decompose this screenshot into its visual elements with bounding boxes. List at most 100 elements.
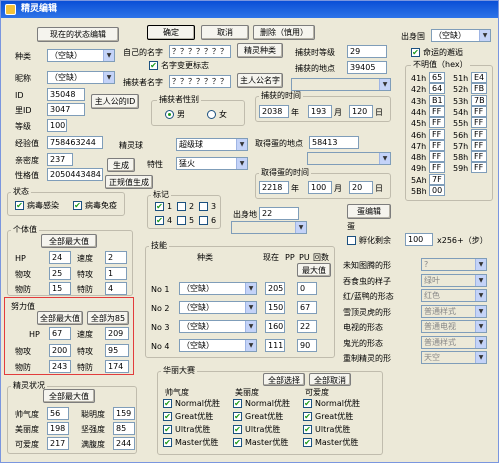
form-select[interactable]: 普通样式 ▼	[421, 304, 487, 318]
id-field[interactable]: 35048	[47, 88, 85, 101]
iv-spatk-field[interactable]: 1	[105, 267, 127, 280]
obtain-place-select[interactable]: ▼	[307, 152, 391, 165]
ev-all85-button[interactable]: 全部为85	[87, 311, 129, 325]
move-pu-field[interactable]: 22	[297, 320, 317, 333]
name-changed-checkbox[interactable]: ✔	[149, 61, 158, 70]
obtain-month-field[interactable]: 100	[308, 181, 332, 194]
mark-checkbox[interactable]: ✔	[155, 202, 164, 211]
hex-value-field[interactable]: FF	[429, 128, 445, 140]
move-now-field[interactable]: 160	[265, 320, 285, 333]
contest-checkbox[interactable]: ✔	[303, 412, 312, 421]
move-kind-select[interactable]: （空缺） ▼	[179, 282, 257, 295]
hex-value-field[interactable]: 64	[429, 83, 445, 95]
contest-all-cancel-button[interactable]: 全部取消	[309, 373, 351, 386]
trait-select[interactable]: 猛火 ▼	[176, 157, 248, 170]
move-kind-select[interactable]: （空缺） ▼	[179, 339, 257, 352]
nick-select[interactable]: （空缺） ▼	[47, 71, 115, 84]
species-select[interactable]: （空缺） ▼	[47, 49, 115, 62]
iv-atk-field[interactable]: 25	[49, 267, 71, 280]
moves-max-button[interactable]: 最大值	[297, 263, 331, 277]
move-now-field[interactable]: 111	[265, 339, 285, 352]
hex-value-field[interactable]: FF	[429, 151, 445, 163]
condition-field[interactable]: 244	[113, 437, 135, 450]
form-select[interactable]: 普通样式 ▼	[421, 335, 487, 349]
ev-spd-field[interactable]: 209	[105, 327, 129, 340]
catch-day-field[interactable]: 120	[349, 105, 373, 118]
form-select[interactable]: 红色 ▼	[421, 289, 487, 302]
contest-checkbox[interactable]: ✔	[163, 438, 172, 447]
condition-field[interactable]: 217	[47, 437, 69, 450]
condition-field[interactable]: 85	[113, 422, 135, 435]
egg-checkbox[interactable]	[347, 236, 356, 245]
level-field[interactable]: 100	[47, 119, 67, 132]
ev-spatk-field[interactable]: 95	[105, 344, 129, 357]
form-select[interactable]: 普通电视 ▼	[421, 320, 487, 333]
exp-field[interactable]: 758463244	[47, 136, 103, 149]
hex-value-field[interactable]: FF	[471, 162, 487, 174]
area-select[interactable]: （空缺） ▼	[431, 29, 491, 42]
contest-checkbox[interactable]: ✔	[303, 425, 312, 434]
contest-checkbox[interactable]: ✔	[163, 412, 172, 421]
own-name-field[interactable]: ？？？？？？？	[169, 45, 231, 58]
hex-value-field[interactable]: FB	[471, 83, 487, 95]
master-id-button[interactable]: 主人公的ID	[91, 94, 139, 109]
generate-button[interactable]: 生成	[107, 158, 135, 172]
catch-place-field[interactable]: 39405	[347, 61, 387, 74]
ev-atk-field[interactable]: 200	[49, 344, 71, 357]
hero-name-button[interactable]: 主人公名字	[237, 73, 283, 88]
male-radio[interactable]	[165, 110, 174, 119]
mark-checkbox[interactable]	[199, 216, 208, 225]
mark-checkbox[interactable]	[177, 202, 186, 211]
ev-spdef-field[interactable]: 174	[105, 360, 129, 373]
mark-checkbox[interactable]: ✔	[155, 216, 164, 225]
ev-def-field[interactable]: 243	[49, 360, 71, 373]
birth-field[interactable]: 22	[259, 207, 299, 220]
contest-checkbox[interactable]: ✔	[163, 399, 172, 408]
mark-checkbox[interactable]	[199, 202, 208, 211]
catch-month-field[interactable]: 193	[308, 105, 332, 118]
catcher-field[interactable]: ？？？？？？？	[169, 75, 231, 88]
move-pu-field[interactable]: 67	[297, 301, 317, 314]
hex-value-field[interactable]: FF	[471, 117, 487, 129]
ball-select[interactable]: 超级球 ▼	[176, 138, 248, 151]
delete-button[interactable]: 删除（慎用）	[253, 25, 315, 40]
iv-def-field[interactable]: 15	[49, 282, 71, 295]
iv-max-button[interactable]: 全部最大值	[41, 234, 97, 248]
egg-edit-button[interactable]: 蛋编辑	[347, 204, 391, 219]
contest-checkbox[interactable]: ✔	[233, 412, 242, 421]
virus-checkbox[interactable]: ✔	[15, 201, 24, 210]
obtain-day-field[interactable]: 20	[349, 181, 373, 194]
contest-checkbox[interactable]: ✔	[233, 425, 242, 434]
contest-checkbox[interactable]: ✔	[233, 399, 242, 408]
iv-spdef-field[interactable]: 4	[105, 282, 127, 295]
hex-value-field[interactable]: FF	[429, 139, 445, 151]
move-now-field[interactable]: 205	[265, 282, 285, 295]
ev-hp-field[interactable]: 67	[49, 327, 71, 340]
mark-checkbox[interactable]	[177, 216, 186, 225]
hex-value-field[interactable]: 00	[429, 185, 445, 196]
fateful-checkbox[interactable]: ✔	[411, 48, 420, 57]
friend-field[interactable]: 237	[47, 153, 73, 166]
iv-spd-field[interactable]: 2	[105, 251, 127, 264]
move-pu-field[interactable]: 0	[297, 282, 317, 295]
legit-generate-button[interactable]: 正规值生成	[105, 175, 153, 189]
condition-field[interactable]: 198	[47, 422, 69, 435]
hex-value-field[interactable]: E4	[471, 72, 487, 83]
hex-value-field[interactable]: 65	[429, 72, 445, 83]
hex-value-field[interactable]: B1	[429, 94, 445, 106]
contest-all-select-button[interactable]: 全部选择	[263, 373, 305, 386]
hex-value-field[interactable]: FF	[429, 105, 445, 117]
obtain-year-field[interactable]: 2218	[259, 181, 289, 194]
personality-field[interactable]: 2050443484	[47, 168, 103, 181]
hex-value-field[interactable]: FF	[471, 151, 487, 163]
move-kind-select[interactable]: （空缺） ▼	[179, 320, 257, 333]
sid-field[interactable]: 3047	[47, 103, 85, 116]
hex-value-field[interactable]: FF	[429, 162, 445, 174]
birth-select[interactable]: ▼	[231, 221, 307, 234]
hex-value-field[interactable]: FF	[429, 117, 445, 129]
hex-value-field[interactable]: FF	[471, 105, 487, 117]
obtain-place-field[interactable]: 58413	[309, 136, 359, 149]
condition-field[interactable]: 159	[113, 407, 135, 420]
female-radio[interactable]	[207, 110, 216, 119]
catch-level-field[interactable]: 29	[347, 45, 387, 58]
